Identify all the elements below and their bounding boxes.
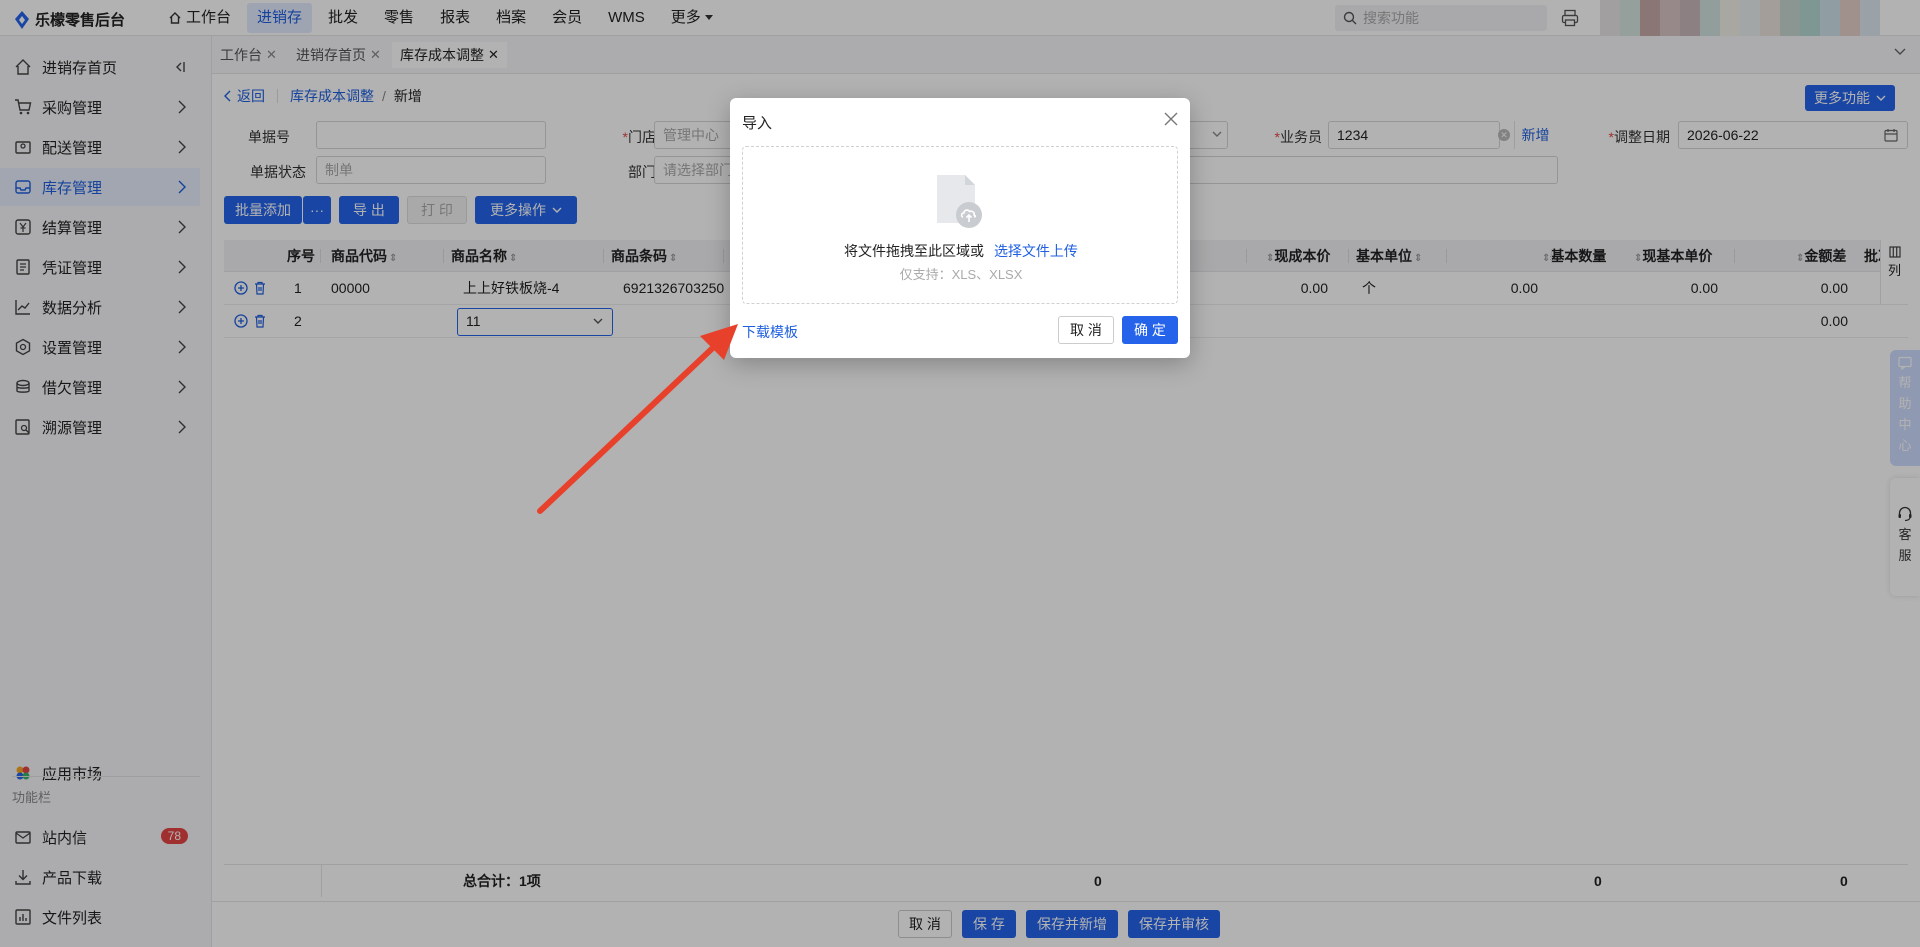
import-dialog: 导入 将文件拖拽至此区域或 选择文件上传 仅支持：XLS、XLSX 下载模板 取… (730, 98, 1190, 358)
upload-file-icon (933, 173, 987, 229)
dialog-ok-button[interactable]: 确 定 (1122, 316, 1178, 344)
drop-instructions: 将文件拖拽至此区域或 选择文件上传 (844, 243, 1078, 259)
supported-formats: 仅支持：XLS、XLSX (899, 267, 1023, 282)
select-file-link[interactable]: 选择文件上传 (994, 243, 1078, 259)
dialog-title: 导入 (742, 115, 773, 132)
close-icon[interactable] (1164, 112, 1178, 126)
download-template-link[interactable]: 下载模板 (742, 322, 798, 342)
file-drop-zone[interactable]: 将文件拖拽至此区域或 选择文件上传 仅支持：XLS、XLSX (742, 146, 1178, 304)
dialog-cancel-button[interactable]: 取 消 (1058, 316, 1114, 344)
